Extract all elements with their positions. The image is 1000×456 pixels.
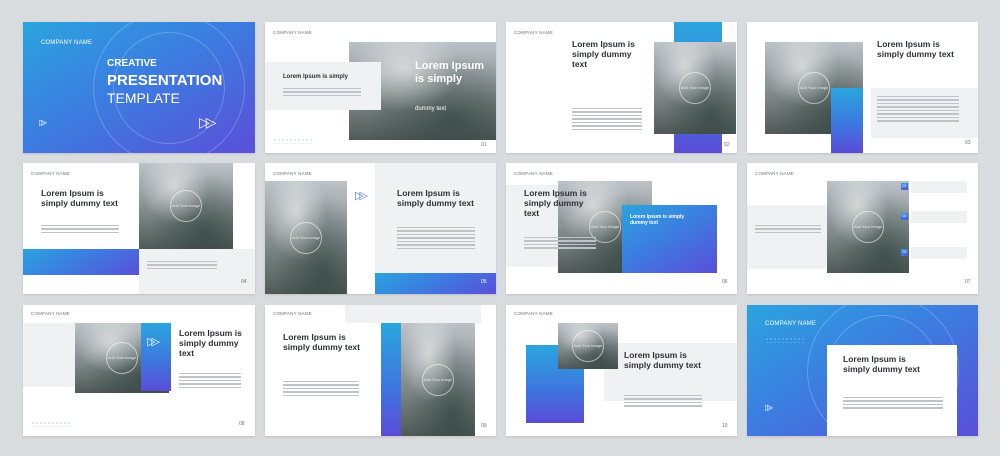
image-placeholder: Add Your Image [265, 181, 347, 294]
image-label: Add Your Image [572, 330, 604, 362]
card-heading: Lorem Ipsum is simply dummy text [630, 214, 685, 226]
cover-line2: PRESENTATION [107, 72, 223, 89]
slide-10[interactable]: COMPANY NAME Add Your Image Lorem Ipsum … [506, 305, 737, 436]
slide-07[interactable]: COMPANY NAME Add Your Image 01 02 03 07 [747, 163, 978, 294]
slide-03[interactable]: Add Your Image Lorem Ipsum is simply dum… [747, 22, 978, 153]
slide-heading: Lorem Ipsum is simply [415, 60, 485, 85]
slide-heading: Lorem Ipsum is simply dummy text [843, 354, 920, 374]
slide-number: 10 [722, 423, 728, 429]
slide-heading: Lorem Ipsum is simply dummy text [524, 188, 587, 218]
double-chevron-icon: ▷▷ [199, 114, 216, 130]
image-label: Add Your Image [679, 72, 711, 104]
slide-05[interactable]: COMPANY NAME Add Your Image ▷▷ Lorem Ips… [265, 163, 496, 294]
company-name: COMPANY NAME [273, 30, 312, 35]
cover-line3: TEMPLATE [107, 90, 180, 106]
list-item [911, 211, 967, 223]
slide-06[interactable]: COMPANY NAME Add Your Image Lorem Ipsum … [506, 163, 737, 294]
slide-02[interactable]: COMPANY NAME Add Your Image Lorem Ipsum … [506, 22, 737, 153]
company-name: COMPANY NAME [273, 171, 312, 176]
slide-heading: Lorem Ipsum is simply dummy text [41, 188, 118, 208]
text-box [265, 62, 381, 110]
slide-heading-small: Lorem Ipsum is simply [283, 74, 349, 80]
slide-number: 07 [965, 279, 971, 285]
list-marker: 01 [901, 183, 908, 190]
accent-band [375, 273, 496, 294]
image-placeholder: Add Your Image [401, 323, 475, 436]
list-item [911, 181, 967, 193]
body-text [843, 397, 943, 411]
body-text [755, 225, 821, 235]
body-text [179, 373, 241, 390]
body-text [283, 381, 359, 398]
accent-bar [381, 323, 401, 436]
slide-cover[interactable]: COMPANY NAME CREATIVE PRESENTATION TEMPL… [23, 22, 255, 153]
company-name: COMPANY NAME [765, 321, 817, 327]
dot-pattern [765, 337, 805, 343]
slide-heading: Lorem Ipsum is simply dummy text [179, 328, 242, 358]
slide-heading: Lorem Ipsum is simply dummy text [572, 39, 635, 69]
body-text [572, 108, 642, 132]
slide-number: 06 [722, 279, 728, 285]
image-placeholder: Add Your Image [654, 42, 736, 134]
image-label: Add Your Image [798, 72, 830, 104]
accent-bar [141, 323, 171, 391]
slide-01[interactable]: COMPANY NAME Lorem Ipsum is simply Lorem… [265, 22, 496, 153]
slide-subheading: dummy text [415, 106, 447, 112]
accent-bar [831, 88, 863, 153]
image-placeholder: Add Your Image [558, 323, 618, 369]
body-text [147, 261, 217, 271]
body-text [877, 96, 959, 124]
body-text [624, 395, 702, 409]
company-name: COMPANY NAME [31, 311, 70, 316]
company-name: COMPANY NAME [514, 30, 553, 35]
slide-number: 01 [481, 142, 487, 148]
image-placeholder: Add Your Image [827, 181, 909, 273]
slide-number: 08 [239, 421, 245, 427]
accent-band [23, 249, 139, 275]
image-label: Add Your Image [422, 363, 454, 396]
slide-heading: Lorem Ipsum is simply dummy text [877, 39, 954, 59]
dot-pattern [273, 138, 313, 144]
double-chevron-icon: ▷▷ [39, 118, 48, 127]
slide-heading: Lorem Ipsum is simply dummy text [283, 332, 360, 352]
image-label: Add Your Image [170, 190, 202, 222]
company-name: COMPANY NAME [514, 171, 553, 176]
company-name: COMPANY NAME [31, 171, 70, 176]
image-label: Add Your Image [852, 211, 884, 243]
image-label: Add Your Image [290, 221, 322, 254]
slide-number: 04 [241, 279, 247, 285]
list-marker: 02 [901, 213, 908, 220]
slide-heading: Lorem Ipsum is simply dummy text [624, 350, 701, 370]
slide-number: 03 [965, 140, 971, 146]
company-name: COMPANY NAME [41, 40, 93, 46]
slide-number: 05 [481, 279, 487, 285]
text-box [345, 305, 481, 323]
company-name: COMPANY NAME [273, 311, 312, 316]
cover-line1: CREATIVE [107, 58, 157, 69]
slide-04[interactable]: COMPANY NAME Add Your Image Lorem Ipsum … [23, 163, 255, 294]
slide-number: 02 [724, 142, 730, 148]
slide-09[interactable]: COMPANY NAME Add Your Image Lorem Ipsum … [265, 305, 496, 436]
slide-closing[interactable]: COMPANY NAME Lorem Ipsum is simply dummy… [747, 305, 978, 436]
body-text [524, 237, 596, 251]
double-chevron-icon: ▷▷ [147, 336, 160, 348]
list-marker: 03 [901, 249, 908, 256]
double-chevron-icon: ▷▷ [765, 403, 774, 412]
body-text [397, 227, 475, 251]
image-label: Add Your Image [106, 342, 138, 374]
slide-number: 09 [481, 423, 487, 429]
company-name: COMPANY NAME [514, 311, 553, 316]
slide-08[interactable]: COMPANY NAME Add Your Image ▷▷ Lorem Ips… [23, 305, 255, 436]
text-box [747, 205, 827, 269]
text-box [139, 249, 255, 294]
double-chevron-icon: ▷▷ [355, 190, 368, 202]
list-item [911, 247, 967, 259]
body-text [41, 225, 119, 235]
dot-pattern [31, 421, 71, 427]
body-text [283, 88, 361, 98]
image-placeholder: Add Your Image [139, 163, 233, 249]
company-name: COMPANY NAME [755, 171, 794, 176]
slide-heading: Lorem Ipsum is simply dummy text [397, 188, 474, 208]
